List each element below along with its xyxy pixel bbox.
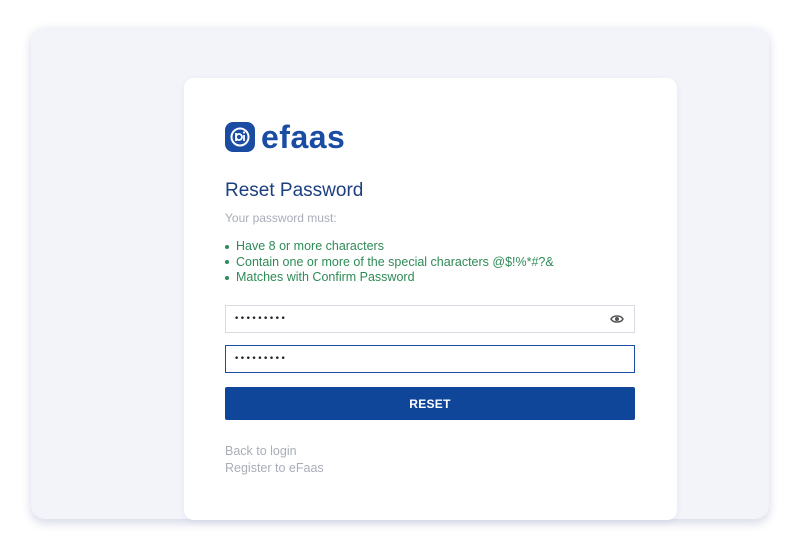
requirement-item: Have 8 or more characters — [225, 239, 554, 255]
requirement-item: Contain one or more of the special chara… — [225, 255, 554, 271]
confirm-password-input[interactable] — [226, 346, 612, 372]
requirement-text: Matches with Confirm Password — [236, 270, 415, 284]
reset-password-card: efaas Reset Password Your password must:… — [184, 78, 677, 520]
requirement-item: Matches with Confirm Password — [225, 270, 554, 286]
password-requirements-heading: Your password must: — [225, 211, 337, 225]
confirm-password-field — [225, 345, 635, 373]
new-password-field — [225, 305, 635, 333]
brand-name: efaas — [261, 119, 346, 155]
bullet-icon — [225, 244, 229, 249]
efaas-logo-icon — [225, 122, 255, 152]
bullet-icon — [225, 260, 229, 265]
reset-button[interactable]: RESET — [225, 387, 635, 420]
brand-logo: efaas — [225, 121, 345, 153]
password-requirements-list: Have 8 or more characters Contain one or… — [225, 239, 554, 286]
back-to-login-link[interactable]: Back to login — [225, 444, 297, 458]
page-background-panel: efaas Reset Password Your password must:… — [31, 27, 769, 520]
bullet-icon — [225, 275, 229, 280]
requirement-text: Have 8 or more characters — [236, 239, 384, 253]
eye-icon[interactable] — [610, 313, 624, 325]
new-password-input[interactable] — [226, 306, 612, 332]
requirement-text: Contain one or more of the special chara… — [236, 254, 554, 269]
register-link[interactable]: Register to eFaas — [225, 461, 324, 475]
page-title: Reset Password — [225, 180, 364, 201]
